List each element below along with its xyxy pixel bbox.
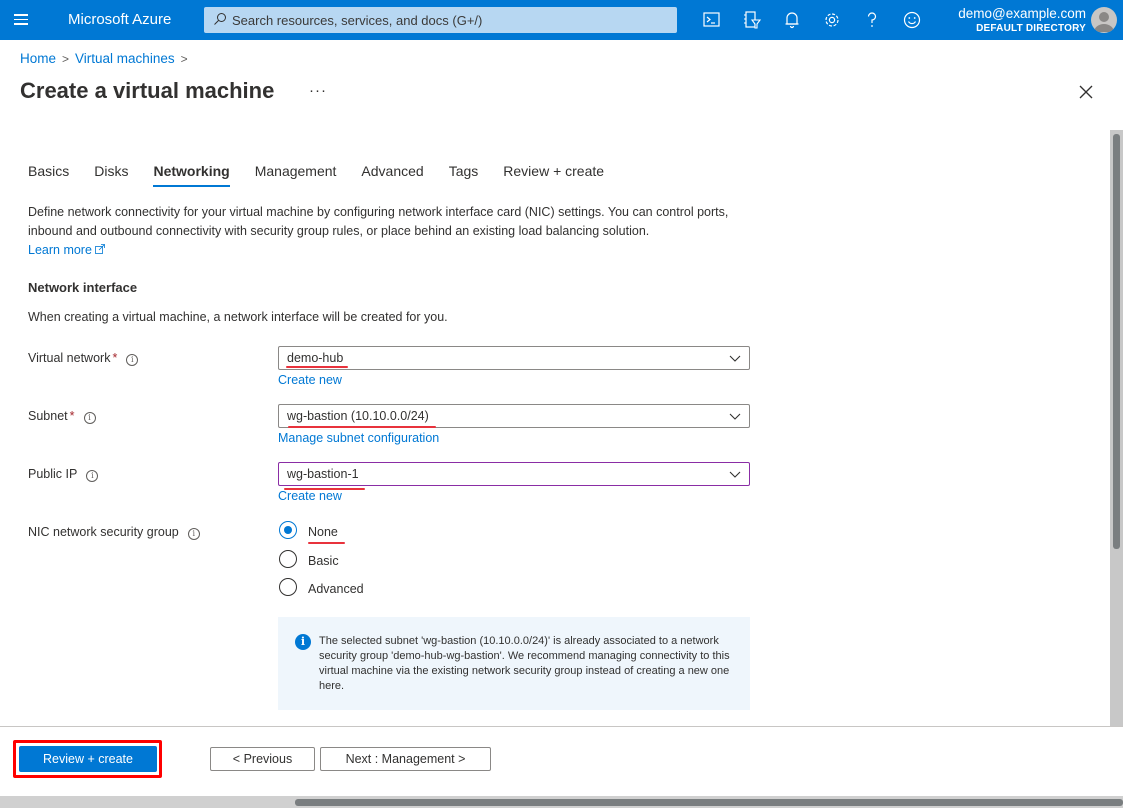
nsg-option-advanced[interactable]: Advanced	[279, 577, 364, 596]
learn-more-link[interactable]: Learn more	[28, 243, 106, 257]
notifications-icon[interactable]	[782, 10, 802, 30]
breadcrumb-home[interactable]: Home	[20, 51, 56, 66]
info-icon[interactable]: i	[86, 470, 99, 482]
chevron-right-icon: >	[62, 52, 70, 66]
virtual-network-value: demo-hub	[287, 351, 344, 365]
annotation-underline	[288, 426, 436, 428]
user-avatar-icon	[1094, 12, 1114, 32]
nic-nsg-label: NIC network security group i	[28, 525, 200, 540]
brand-title[interactable]: Microsoft Azure	[68, 11, 171, 28]
user-email: demo@example.com	[958, 6, 1086, 21]
nsg-option-basic[interactable]: Basic	[279, 549, 339, 568]
breadcrumb-virtual-machines[interactable]: Virtual machines	[75, 51, 175, 66]
chevron-down-icon	[729, 413, 741, 420]
help-icon[interactable]	[862, 10, 882, 30]
avatar[interactable]	[1091, 7, 1117, 33]
next-management-button[interactable]: Next : Management >	[320, 747, 491, 771]
manage-subnet-configuration-link[interactable]: Manage subnet configuration	[278, 431, 439, 445]
horizontal-scrollbar[interactable]	[0, 796, 1123, 808]
user-directory: DEFAULT DIRECTORY	[976, 23, 1086, 34]
subnet-dropdown[interactable]: wg-bastion (10.10.0.0/24)	[278, 404, 750, 428]
public-ip-label: Public IP i	[28, 467, 99, 482]
annotation-underline	[286, 366, 348, 368]
tab-review-create[interactable]: Review + create	[503, 163, 604, 187]
public-ip-value: wg-bastion-1	[287, 467, 359, 481]
search-box[interactable]	[204, 7, 677, 33]
directory-filter-icon[interactable]	[742, 10, 762, 30]
required-asterisk: *	[69, 409, 75, 423]
section-description: When creating a virtual machine, a netwo…	[28, 310, 448, 324]
breadcrumb: Home > Virtual machines >	[20, 51, 194, 66]
subnet-label: Subnet * i	[28, 409, 96, 424]
footer-bar	[0, 726, 1123, 796]
wizard-tabs: Basics Disks Networking Management Advan…	[28, 163, 629, 187]
info-icon[interactable]: i	[83, 412, 96, 424]
tab-tags[interactable]: Tags	[449, 163, 479, 187]
radio-unchecked-icon[interactable]	[279, 577, 297, 596]
subnet-value: wg-bastion (10.10.0.0/24)	[287, 409, 429, 423]
page-title: Create a virtual machine	[20, 78, 275, 103]
chevron-down-icon	[729, 471, 741, 478]
nsg-option-none[interactable]: None	[279, 520, 338, 539]
previous-button[interactable]: < Previous	[210, 747, 315, 771]
feedback-icon[interactable]	[902, 10, 922, 30]
external-link-icon	[95, 244, 106, 254]
search-input[interactable]	[232, 7, 672, 33]
vertical-scrollbar[interactable]	[1110, 130, 1123, 726]
user-account[interactable]: demo@example.com DEFAULT DIRECTORY	[958, 5, 1086, 35]
tab-advanced[interactable]: Advanced	[361, 163, 423, 187]
info-icon[interactable]: i	[126, 354, 139, 366]
cloud-shell-icon[interactable]	[702, 10, 722, 30]
subnet-nsg-info-message: i The selected subnet 'wg-bastion (10.10…	[278, 617, 750, 710]
vertical-scrollbar-thumb[interactable]	[1113, 134, 1120, 549]
close-icon[interactable]	[1078, 84, 1094, 100]
search-icon	[214, 13, 226, 25]
tab-networking[interactable]: Networking	[153, 163, 230, 187]
create-new-public-ip-link[interactable]: Create new	[278, 489, 342, 503]
info-message-text: The selected subnet 'wg-bastion (10.10.0…	[319, 635, 730, 692]
tab-disks[interactable]: Disks	[94, 163, 128, 187]
create-new-vnet-link[interactable]: Create new	[278, 373, 342, 387]
info-filled-icon: i	[295, 634, 311, 650]
intro-text: Define network connectivity for your vir…	[28, 205, 729, 238]
more-options-button[interactable]: ···	[309, 82, 327, 99]
virtual-network-dropdown[interactable]: demo-hub	[278, 346, 750, 370]
radio-unchecked-icon[interactable]	[279, 549, 297, 568]
virtual-network-label: Virtual network * i	[28, 351, 139, 366]
settings-icon[interactable]	[822, 10, 842, 30]
tab-management[interactable]: Management	[255, 163, 337, 187]
chevron-right-icon: >	[180, 52, 188, 66]
tab-basics[interactable]: Basics	[28, 163, 69, 187]
horizontal-scrollbar-thumb[interactable]	[295, 799, 1123, 806]
annotation-underline	[308, 542, 345, 544]
top-bar: Microsoft Azure demo@example.com DEFAULT…	[0, 0, 1123, 40]
info-icon[interactable]: i	[187, 528, 200, 540]
menu-icon[interactable]	[14, 11, 32, 29]
public-ip-dropdown[interactable]: wg-bastion-1	[278, 462, 750, 486]
chevron-down-icon	[729, 355, 741, 362]
section-heading-network-interface: Network interface	[28, 280, 138, 295]
radio-checked-icon[interactable]	[279, 520, 297, 539]
intro-description: Define network connectivity for your vir…	[28, 203, 738, 260]
review-create-button[interactable]: Review + create	[19, 746, 157, 772]
required-asterisk: *	[112, 351, 118, 365]
